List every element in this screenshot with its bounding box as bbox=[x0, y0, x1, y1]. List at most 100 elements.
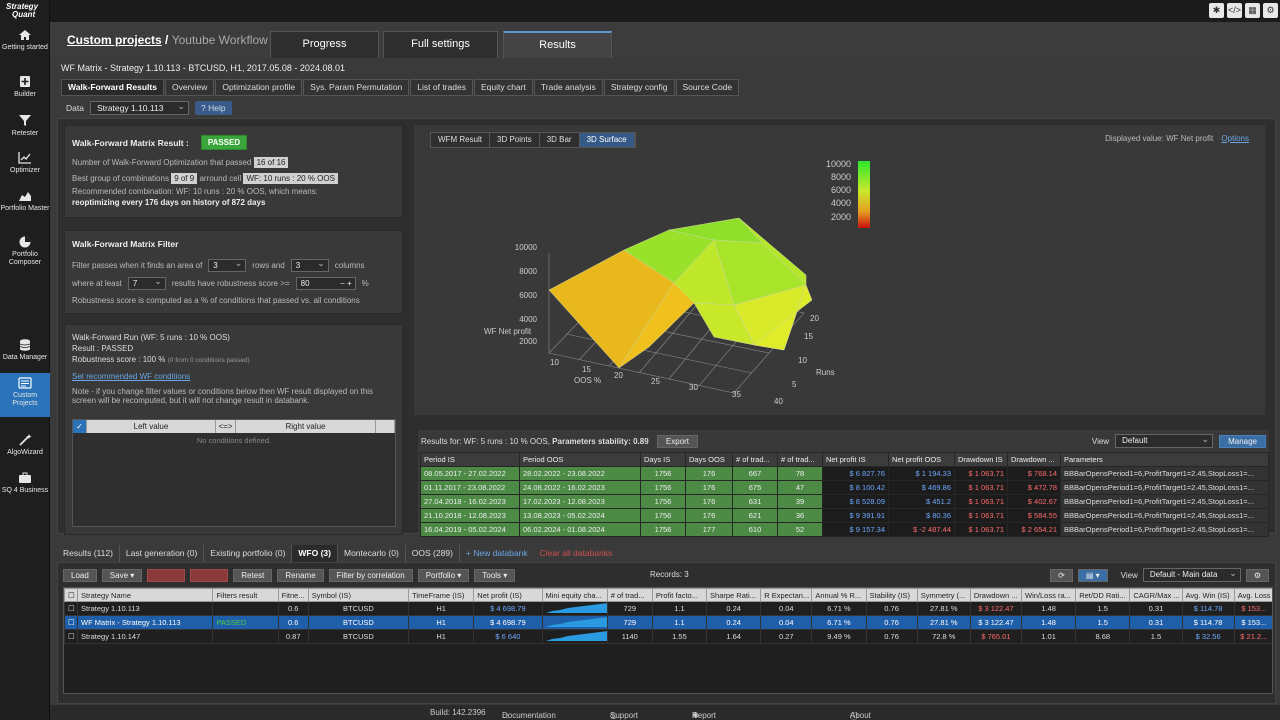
sidebar-item-builder[interactable]: Builder bbox=[0, 76, 50, 99]
code-icon[interactable]: </> bbox=[1227, 3, 1242, 18]
sidebar-item-sq4-business[interactable]: SQ 4 Business bbox=[0, 472, 50, 495]
tab-sys-param-permutation[interactable]: Sys. Param Permutation bbox=[303, 79, 410, 96]
rename-button[interactable]: Rename bbox=[277, 569, 324, 582]
tab-results-databank[interactable]: Results (112) bbox=[57, 545, 120, 562]
robustness-score-stepper[interactable]: 80− + bbox=[295, 277, 356, 290]
filter-by-correlation-button[interactable]: Filter by correlation bbox=[328, 569, 413, 582]
y-tick: 20 bbox=[810, 314, 819, 323]
table-row[interactable]: 21.10.2018 - 12.08.2023 13.08.2023 - 05.0… bbox=[420, 508, 1269, 523]
tab-last-generation[interactable]: Last generation (0) bbox=[120, 545, 205, 562]
help-button[interactable]: ? Help bbox=[194, 101, 232, 115]
wand-icon bbox=[19, 434, 32, 446]
delete-button[interactable] bbox=[147, 569, 186, 582]
tab-oos[interactable]: OOS (289) bbox=[406, 545, 460, 562]
tab-walk-forward-results[interactable]: Walk-Forward Results bbox=[61, 79, 164, 96]
z-tick: 4000 bbox=[519, 315, 537, 324]
pie-chart-icon bbox=[19, 236, 31, 248]
sidebar-item-optimizer[interactable]: Optimizer bbox=[0, 152, 50, 175]
portfolio-menu[interactable]: Portfolio ▾ bbox=[417, 569, 470, 582]
top-bar: ✱ </> ▦ ⚙ bbox=[50, 0, 1280, 22]
tools-menu[interactable]: Tools ▾ bbox=[474, 569, 516, 582]
refresh-icon[interactable]: ⟳ bbox=[1050, 568, 1073, 582]
grid-icon[interactable]: ▦ bbox=[1245, 3, 1260, 18]
table-row[interactable]: 27.04.2018 - 16.02.2023 17.02.2023 - 12.0… bbox=[420, 494, 1269, 509]
home-icon bbox=[19, 30, 31, 40]
legend-tick: 6000 bbox=[831, 185, 851, 195]
save-button[interactable]: Save ▾ bbox=[101, 569, 143, 582]
rows-select[interactable]: 3 bbox=[208, 258, 247, 272]
data-select[interactable]: Strategy 1.10.113 bbox=[89, 100, 189, 115]
sidebar-item-data-manager[interactable]: Data Manager bbox=[0, 339, 50, 362]
export-button[interactable]: Export bbox=[656, 435, 699, 448]
x-axis-label: OOS % bbox=[574, 376, 601, 385]
mini-equity-sparkline bbox=[541, 629, 608, 644]
table-row[interactable]: ☐ WF Matrix - Strategy 1.10.113 PASSED 0.6 B… bbox=[64, 615, 1272, 630]
app-window: Strategy Quant Getting started Builder R… bbox=[0, 0, 1280, 720]
tab-strategy-config[interactable]: Strategy config bbox=[603, 79, 675, 96]
area-chart-icon bbox=[19, 192, 31, 201]
table-row[interactable]: ☐ Strategy 1.10.113 0.6 BTCUSD H1 $ 4 698.79 7… bbox=[64, 601, 1272, 616]
row-checkbox[interactable]: ☐ bbox=[64, 601, 79, 616]
table-row[interactable]: 08.05.2017 - 27.02.2022 28.02.2022 - 23.0… bbox=[420, 466, 1269, 481]
load-button[interactable]: Load bbox=[63, 569, 97, 582]
tab-optimization-profile[interactable]: Optimization profile bbox=[215, 79, 303, 96]
results-view-select[interactable]: Default bbox=[1115, 433, 1214, 448]
walk-forward-content: Walk-Forward Matrix Result : PASSED Numb… bbox=[57, 118, 1276, 537]
tab-results[interactable]: Results bbox=[503, 31, 612, 58]
legend-tick: 2000 bbox=[831, 212, 851, 222]
columns-select[interactable]: 3 bbox=[290, 258, 329, 272]
mini-equity-sparkline bbox=[541, 615, 608, 630]
z-tick: 6000 bbox=[519, 291, 537, 300]
set-recommended-link[interactable]: Set recommended WF conditions bbox=[72, 372, 395, 381]
databank-list: ☐ Strategy Name Filters result Fitne... Sym… bbox=[63, 587, 1273, 694]
tab-overview[interactable]: Overview bbox=[164, 79, 215, 96]
tab-trade-analysis[interactable]: Trade analysis bbox=[533, 79, 603, 96]
columns-icon[interactable]: ▤ ▾ bbox=[1077, 568, 1108, 582]
x-tick: 40 bbox=[774, 397, 783, 406]
new-databank-link[interactable]: + New databank bbox=[460, 545, 534, 562]
projects-icon bbox=[18, 377, 32, 389]
x-tick: 10 bbox=[550, 358, 559, 367]
tab-full-settings[interactable]: Full settings bbox=[383, 31, 498, 58]
tab-list-of-trades[interactable]: List of trades bbox=[410, 79, 473, 96]
bug-icon[interactable]: ✱ bbox=[1209, 3, 1224, 18]
select-all-checkbox[interactable]: ☐ bbox=[64, 588, 79, 602]
settings-gear-icon[interactable]: ⚙ bbox=[1245, 568, 1269, 582]
manage-button[interactable]: Manage bbox=[1219, 434, 1266, 448]
z-tick: 2000 bbox=[519, 337, 537, 346]
sidebar-item-retester[interactable]: Retester bbox=[0, 115, 50, 138]
tab-montecarlo[interactable]: Montecarlo (0) bbox=[338, 545, 406, 562]
tab-existing-portfolio[interactable]: Existing portfolio (0) bbox=[204, 545, 293, 562]
table-row[interactable]: ☐ Strategy 1.10.147 0.87 BTCUSD H1 $ 6 640 114… bbox=[64, 629, 1272, 644]
wf-results-panel: Results for: WF: 5 runs : 10 % OOS, Para… bbox=[418, 430, 1269, 537]
clear-button[interactable] bbox=[190, 569, 229, 582]
select-all-checkbox[interactable]: ✓ bbox=[73, 420, 87, 433]
table-row[interactable]: 16.04.2019 - 05.02.2024 06.02.2024 - 01.0… bbox=[420, 522, 1269, 537]
row-checkbox[interactable]: ☐ bbox=[64, 629, 79, 644]
clear-databanks-link[interactable]: Clear all databanks bbox=[534, 545, 619, 562]
legend-tick: 8000 bbox=[831, 172, 851, 182]
retest-button[interactable]: Retest bbox=[233, 569, 273, 582]
y-tick: 5 bbox=[792, 380, 797, 389]
tab-equity-chart[interactable]: Equity chart bbox=[473, 79, 533, 96]
data-selector-row: Data Strategy 1.10.113 ? Help bbox=[66, 100, 232, 115]
gear-icon[interactable]: ⚙ bbox=[1263, 3, 1278, 18]
surface-chart: 10000 8000 6000 4000 2000 10000 8000 600… bbox=[484, 159, 870, 406]
matrix-result-panel: Walk-Forward Matrix Result : PASSED Numb… bbox=[64, 125, 403, 218]
breadcrumb-link[interactable]: Custom projects bbox=[67, 33, 162, 47]
passed-count: 16 of 16 bbox=[253, 157, 289, 168]
tab-wfo[interactable]: WFO (3) bbox=[292, 545, 338, 562]
databank-view-select[interactable]: Default - Main data bbox=[1142, 567, 1241, 582]
tab-source-code[interactable]: Source Code bbox=[675, 79, 740, 96]
tab-progress[interactable]: Progress bbox=[270, 31, 379, 58]
sidebar-item-algowizard[interactable]: AlgoWizard bbox=[0, 434, 50, 457]
sidebar-item-portfolio-composer[interactable]: Portfolio Composer bbox=[0, 236, 50, 267]
table-row[interactable]: 01.11.2017 - 23.08.2022 24.08.2022 - 16.0… bbox=[420, 480, 1269, 495]
sidebar-item-custom-projects[interactable]: Custom Projects bbox=[0, 373, 50, 417]
color-legend-bar bbox=[858, 161, 870, 228]
sidebar-item-getting-started[interactable]: Getting started bbox=[0, 29, 50, 52]
conditions-table: ✓ Left value <=> Right value No conditio… bbox=[72, 419, 396, 527]
row-checkbox[interactable]: ☐ bbox=[64, 615, 79, 630]
sidebar-item-portfolio-master[interactable]: Portfolio Master bbox=[0, 190, 50, 213]
at-least-select[interactable]: 7 bbox=[127, 276, 166, 290]
